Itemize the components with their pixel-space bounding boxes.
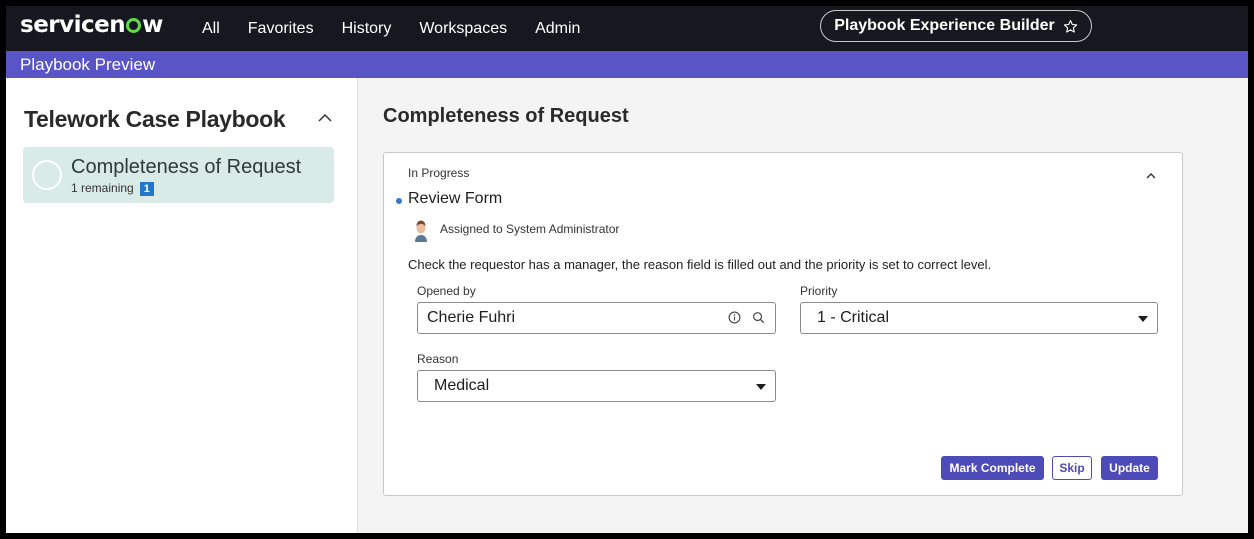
task-instructions: Check the requestor has a manager, the r… xyxy=(408,257,992,272)
preview-bar: Playbook Preview xyxy=(6,51,1248,78)
priority-select[interactable]: 1 - Critical xyxy=(800,302,1158,334)
playbook-sidebar: Telework Case Playbook Completeness of R… xyxy=(6,78,358,533)
priority-label: Priority xyxy=(800,284,838,298)
collapse-chevron-icon[interactable] xyxy=(1145,171,1157,181)
remaining-text: 1 remaining xyxy=(71,181,134,195)
top-navigation: servicen w All Favorites History Workspac… xyxy=(6,6,1248,51)
status-label: In Progress xyxy=(408,166,470,180)
logo-text: servicen xyxy=(20,12,126,38)
star-outline-icon[interactable] xyxy=(1063,19,1078,34)
reason-label: Reason xyxy=(417,352,459,366)
caret-down-icon xyxy=(756,384,766,390)
nav-favorites[interactable]: Favorites xyxy=(248,20,314,38)
task-title: Review Form xyxy=(408,190,503,207)
nav-history[interactable]: History xyxy=(342,20,392,38)
opened-by-field[interactable]: Cherie Fuhri xyxy=(417,302,776,334)
chevron-up-icon[interactable] xyxy=(317,111,333,125)
reason-select[interactable]: Medical xyxy=(417,370,776,402)
priority-value: 1 - Critical xyxy=(817,309,890,326)
activity-title: Completeness of Request xyxy=(71,156,302,178)
activity-item[interactable]: Completeness of Request 1 remaining 1 xyxy=(23,147,334,203)
app-title: Playbook Experience Builder xyxy=(834,17,1055,34)
opened-by-value: Cherie Fuhri xyxy=(427,309,516,326)
activity-heading: Completeness of Request xyxy=(383,105,629,127)
nav-admin[interactable]: Admin xyxy=(535,20,580,38)
update-button[interactable]: Update xyxy=(1101,456,1158,480)
nav-links: All Favorites History Workspaces Admin xyxy=(202,6,608,51)
servicenow-logo[interactable]: servicen w xyxy=(20,12,163,38)
search-icon[interactable] xyxy=(752,311,765,324)
logo-text-end: w xyxy=(142,12,163,38)
app-frame: servicen w All Favorites History Workspac… xyxy=(6,6,1248,533)
activity-remaining: 1 remaining 1 xyxy=(71,181,154,196)
info-icon[interactable] xyxy=(728,311,741,324)
playbook-title: Telework Case Playbook xyxy=(24,106,286,132)
logo-o-mark xyxy=(126,18,142,33)
assigned-to: Assigned to System Administrator xyxy=(440,222,620,236)
active-dot-icon xyxy=(396,198,402,204)
remaining-badge: 1 xyxy=(139,182,154,196)
caret-down-icon xyxy=(1138,316,1148,322)
nav-workspaces[interactable]: Workspaces xyxy=(419,20,507,38)
reason-value: Medical xyxy=(434,377,490,394)
app-title-pill[interactable]: Playbook Experience Builder xyxy=(820,10,1092,42)
nav-all[interactable]: All xyxy=(202,20,220,38)
progress-ring-icon xyxy=(32,160,62,190)
mark-complete-button[interactable]: Mark Complete xyxy=(941,456,1044,480)
task-card: In Progress Review Form Assigned to Syst… xyxy=(383,152,1183,496)
skip-button[interactable]: Skip xyxy=(1052,456,1092,480)
opened-by-label: Opened by xyxy=(417,284,476,298)
avatar xyxy=(412,218,430,242)
